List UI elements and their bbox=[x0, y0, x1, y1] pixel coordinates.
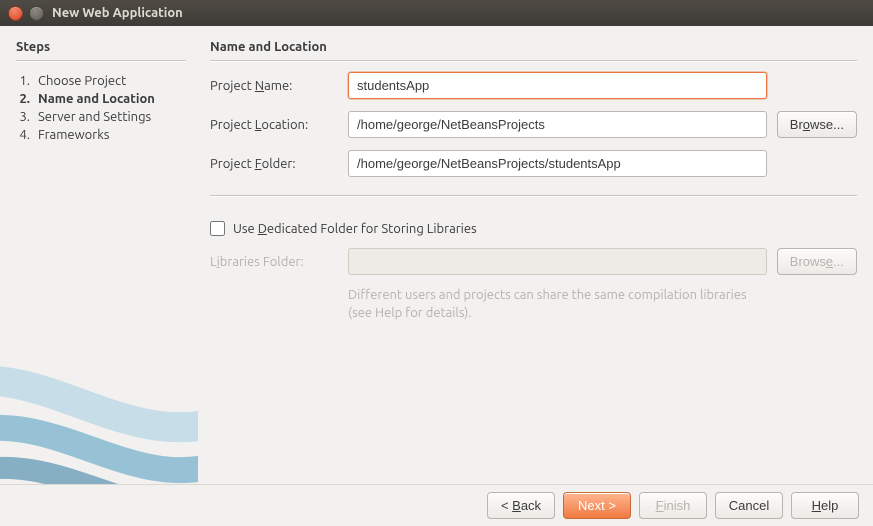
steps-sidebar: Steps 1.Choose Project 2.Name and Locati… bbox=[0, 26, 198, 484]
step-item-3: 3.Server and Settings bbox=[16, 108, 186, 126]
divider bbox=[210, 60, 857, 62]
step-item-4: 4.Frameworks bbox=[16, 126, 186, 144]
back-button[interactable]: < Back bbox=[487, 492, 555, 519]
steps-list: 1.Choose Project 2.Name and Location 3.S… bbox=[16, 72, 186, 144]
window-title: New Web Application bbox=[52, 6, 183, 20]
project-name-label: Project Name: bbox=[210, 79, 338, 93]
help-button[interactable]: Help bbox=[791, 492, 859, 519]
form: Project Name: Project Location: Browse..… bbox=[210, 72, 857, 322]
divider bbox=[16, 60, 186, 62]
footer: < Back Next > Finish Cancel Help bbox=[0, 484, 873, 526]
project-location-label: Project Location: bbox=[210, 118, 338, 132]
sidebar-art bbox=[0, 344, 198, 484]
libraries-folder-input bbox=[348, 248, 767, 275]
close-icon[interactable] bbox=[8, 6, 23, 21]
browse-libraries-button: Browse... bbox=[777, 248, 857, 275]
project-folder-label: Project Folder: bbox=[210, 157, 338, 171]
divider bbox=[210, 195, 857, 197]
dedicated-folder-label: Use Dedicated Folder for Storing Librari… bbox=[233, 222, 477, 236]
cancel-button[interactable]: Cancel bbox=[715, 492, 783, 519]
libraries-hint: Different users and projects can share t… bbox=[348, 287, 767, 322]
libraries-folder-label: Libraries Folder: bbox=[210, 255, 338, 269]
finish-button: Finish bbox=[639, 492, 707, 519]
window-buttons bbox=[8, 6, 44, 21]
title-bar: New Web Application bbox=[0, 0, 873, 26]
main-heading: Name and Location bbox=[210, 40, 857, 54]
browse-location-button[interactable]: Browse... bbox=[777, 111, 857, 138]
project-folder-input[interactable] bbox=[348, 150, 767, 177]
steps-heading: Steps bbox=[16, 40, 186, 54]
project-name-input[interactable] bbox=[348, 72, 767, 99]
main-panel: Name and Location Project Name: Project … bbox=[198, 26, 873, 484]
minimize-icon[interactable] bbox=[29, 6, 44, 21]
dedicated-folder-checkbox[interactable] bbox=[210, 221, 225, 236]
step-item-1: 1.Choose Project bbox=[16, 72, 186, 90]
next-button[interactable]: Next > bbox=[563, 492, 631, 519]
step-item-2: 2.Name and Location bbox=[16, 90, 186, 108]
project-location-input[interactable] bbox=[348, 111, 767, 138]
